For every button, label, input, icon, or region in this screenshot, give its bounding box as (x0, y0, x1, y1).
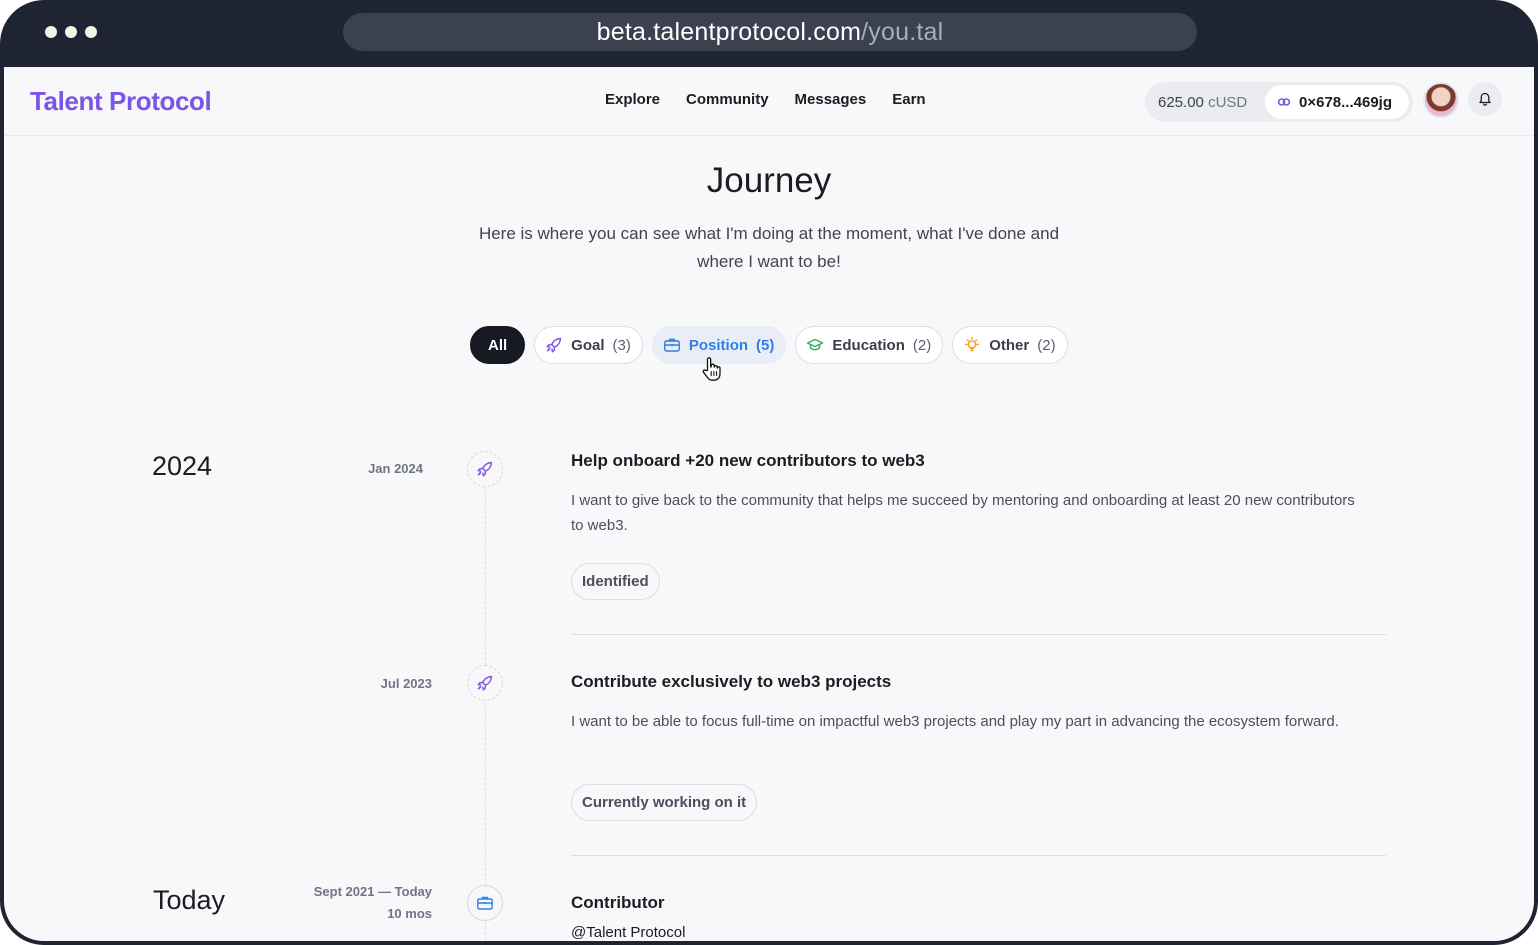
entry-date: Sept 2021 — Today (313, 884, 432, 899)
avatar[interactable] (1423, 82, 1459, 118)
window-dot[interactable] (85, 26, 97, 38)
status-badge: Identified (571, 563, 660, 600)
filter-education[interactable]: Education (2) (795, 326, 944, 364)
status-badge: Currently working on it (571, 784, 758, 821)
rocket-icon (546, 337, 562, 353)
timeline-marker (467, 451, 503, 487)
entry-date: Jan 2024 (368, 461, 423, 476)
filter-count: (3) (612, 336, 631, 354)
graduation-cap-icon (807, 338, 824, 351)
page-subtitle: Here is where you can see what I'm doing… (478, 224, 1060, 271)
wallet-widget[interactable]: 625.00 cUSD 0×678...469jg (1145, 82, 1413, 122)
nav-community[interactable]: Community (686, 91, 769, 108)
address-bar[interactable]: beta.talentprotocol.com/you.tal (343, 13, 1197, 51)
browser-chrome: beta.talentprotocol.com/you.tal (0, 0, 1538, 67)
timeline-marker (467, 885, 503, 921)
filter-label: Position (688, 336, 749, 354)
journey-filters: All Goal (3) Position (5) Education (2) … (470, 326, 1068, 364)
wallet-address-button[interactable]: 0×678...469jg (1265, 85, 1409, 119)
link-icon (1277, 98, 1291, 106)
top-navigation: Talent Protocol Explore Community Messag… (4, 67, 1534, 136)
entry-title[interactable]: Help onboard +20 new contributors to web… (571, 451, 925, 471)
filter-count: (5) (756, 336, 775, 354)
entry-divider (571, 634, 1386, 635)
timeline-year: Today (153, 885, 226, 915)
briefcase-icon (663, 338, 680, 352)
window-dot[interactable] (45, 26, 57, 38)
entry-organization[interactable]: @Talent Protocol (571, 924, 685, 941)
window-dot[interactable] (65, 26, 77, 38)
filter-label: Other (989, 336, 1030, 354)
filter-label: Education (832, 336, 905, 354)
balance-amount: 625.00 (1158, 93, 1204, 111)
browser-window: beta.talentprotocol.com/you.tal Talent P… (0, 0, 1538, 945)
filter-label: Goal (571, 336, 605, 354)
entry-duration: 10 mos (387, 906, 432, 921)
entry-description: I want to give back to the community tha… (571, 492, 1355, 534)
nav-explore[interactable]: Explore (605, 91, 660, 108)
window-controls (45, 26, 97, 38)
balance-currency: cUSD (1208, 93, 1248, 111)
notifications-button[interactable] (1468, 82, 1502, 116)
filter-label: All (488, 336, 508, 354)
url-path: /you.tal (861, 17, 944, 46)
wallet-address: 0×678...469jg (1299, 93, 1392, 111)
filter-count: (2) (912, 336, 932, 354)
entry-title[interactable]: Contribute exclusively to web3 projects (571, 672, 891, 692)
entry-divider (571, 855, 1386, 856)
logo[interactable]: Talent Protocol (30, 86, 212, 117)
filter-all[interactable]: All (470, 326, 526, 364)
entry-description: I want to be able to focus full-time on … (571, 713, 1339, 730)
briefcase-icon (477, 896, 493, 910)
filter-count: (2) (1037, 336, 1056, 354)
pointer-cursor-icon (702, 357, 721, 381)
nav-messages[interactable]: Messages (795, 91, 867, 108)
rocket-icon (477, 675, 493, 691)
main-nav: Explore Community Messages Earn (605, 91, 926, 108)
page-title: Journey (706, 161, 832, 200)
rocket-icon (477, 461, 493, 477)
page-viewport: Talent Protocol Explore Community Messag… (4, 67, 1534, 941)
nav-earn[interactable]: Earn (892, 91, 925, 108)
filter-goal[interactable]: Goal (3) (534, 326, 643, 364)
entry-date: Jul 2023 (380, 676, 432, 691)
balance: 625.00 cUSD (1145, 94, 1265, 111)
url-host: beta.talentprotocol.com (596, 17, 862, 46)
lightbulb-icon (965, 336, 980, 352)
timeline-year: 2024 (152, 451, 213, 481)
timeline-marker (467, 665, 503, 701)
entry-title[interactable]: Contributor (571, 893, 664, 913)
timeline-line (485, 921, 486, 941)
filter-other[interactable]: Other (2) (952, 326, 1068, 364)
bell-icon (1479, 92, 1491, 106)
